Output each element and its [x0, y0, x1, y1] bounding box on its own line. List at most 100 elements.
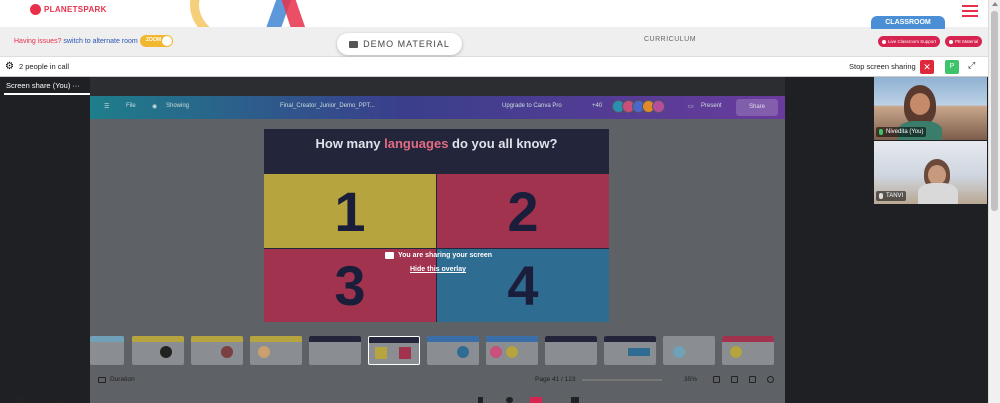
cutoff-icon: [571, 397, 579, 403]
canva-toolbar: ☰ File ◉ Showing Final_Creator_Junior_De…: [90, 96, 785, 119]
issue-question: Having issues?: [14, 38, 62, 45]
participant-p-button[interactable]: P: [945, 60, 959, 74]
zoom-slider: [582, 379, 662, 381]
call-stage: Screen share (You) ··· ☰ File ◉ Showing …: [0, 77, 988, 403]
share-tab-menu[interactable]: ···: [72, 81, 80, 90]
curriculum-link[interactable]: CURRICULUM: [644, 36, 696, 43]
avatar: [652, 100, 665, 113]
slide-title-pre: How many: [315, 136, 385, 151]
participant-face: [928, 165, 946, 185]
sharing-overlay-text: You are sharing your screen: [398, 252, 493, 259]
material-icon: [949, 39, 953, 44]
mic-off-icon: [879, 193, 883, 199]
left-panel: Screen share (You) ···: [0, 77, 90, 403]
cutoff-icon: [530, 397, 542, 403]
quadrant-1: 1: [264, 174, 436, 248]
canva-present-icon: ▭: [688, 104, 694, 110]
support-icon: [882, 39, 886, 44]
gear-icon[interactable]: ⚙: [5, 62, 14, 72]
alternate-room-link[interactable]: switch to alternate room: [63, 38, 137, 45]
scroll-up-icon[interactable]: [992, 2, 998, 6]
logo-mark-icon: [30, 4, 41, 15]
slide-thumbnail: [545, 336, 597, 365]
participant-name-tag: Nivedita (You): [876, 127, 927, 137]
canva-share: Share: [736, 99, 778, 116]
help-icon: [767, 376, 774, 383]
brand-logo[interactable]: PLANETSPARK: [30, 4, 107, 15]
live-support-button[interactable]: Live Classroom Support: [878, 36, 941, 47]
slide-thumbnail: [722, 336, 774, 365]
zoom-toggle[interactable]: ZOOM: [140, 35, 173, 47]
classroom-tag: CLASSROOM: [871, 16, 945, 29]
issue-notice: Having issues? switch to alternate room: [14, 38, 138, 45]
top-bar: PLANETSPARK: [0, 0, 1000, 50]
zoom-toggle-label: ZOOM: [146, 37, 161, 43]
share-tab-label: Screen share (You): [6, 81, 71, 90]
canva-file: File: [126, 103, 136, 109]
bottom-cutoff-toolbar: [0, 397, 988, 403]
demo-material-button[interactable]: DEMO MATERIAL: [337, 33, 462, 55]
cutoff-icon: [506, 397, 513, 403]
stop-sharing-button[interactable]: ✕: [920, 60, 934, 74]
logo-text: PLANETSPARK: [44, 5, 107, 14]
participant-tile[interactable]: TANVI: [874, 141, 987, 204]
toggle-knob: [162, 36, 172, 46]
slide-thumbnail: [191, 336, 243, 365]
participant-tile[interactable]: Nivedita (You): [874, 77, 987, 140]
zoom-level: 35%: [684, 376, 698, 383]
canva-bottom-bar: Duration Page 41 / 123 35%: [90, 373, 785, 387]
screen-share-tab[interactable]: Screen share (You) ···: [6, 81, 80, 90]
cutoff-icon: [58, 397, 61, 403]
shared-screen: ☰ File ◉ Showing Final_Creator_Junior_De…: [90, 96, 785, 403]
folder-icon: [349, 40, 359, 48]
canva-doc-title: Final_Creator_Junior_Demo_PPT...: [280, 103, 375, 109]
expand-icon[interactable]: ⤢: [968, 60, 975, 71]
hamburger-menu-icon[interactable]: [962, 5, 978, 17]
canva-eye-icon: ◉: [152, 104, 158, 110]
sharing-overlay-message: You are sharing your screen: [385, 252, 492, 259]
slide-thumbnail: [368, 336, 420, 365]
pe-material-label: PE Material: [955, 39, 979, 44]
screen-share-icon: [385, 252, 394, 259]
duration-icon: [98, 376, 106, 383]
page-scrollbar[interactable]: [988, 0, 1000, 403]
hide-overlay-link[interactable]: Hide this overlay: [410, 266, 466, 273]
quadrant-4: 4: [437, 249, 609, 322]
duration-label: Duration: [110, 376, 135, 383]
page-indicator: Page 41 / 123: [535, 376, 576, 383]
slide: How many languages do you all know? 1 2 …: [264, 129, 609, 322]
canva-mode: Showing: [166, 103, 190, 109]
slide-thumbnail: [309, 336, 361, 365]
slide-thumbnail: [132, 336, 184, 365]
canva-menu-icon: ☰: [104, 104, 110, 110]
slide-thumbnail: [486, 336, 538, 365]
grid-view-icon: [731, 376, 738, 383]
stop-sharing-label: Stop screen sharing: [849, 62, 916, 71]
participant-body: [918, 183, 958, 204]
canva-avatars: [612, 100, 665, 113]
slide-title-post: do you all know?: [448, 136, 558, 151]
quadrant-2: 2: [437, 174, 609, 248]
cutoff-icon: [478, 397, 483, 403]
notes-icon: [713, 376, 720, 383]
canva-present: Present: [701, 103, 722, 109]
participant-face: [910, 93, 930, 115]
slide-thumbnail: [427, 336, 479, 365]
mic-icon: [879, 129, 883, 135]
live-support-label: Live Classroom Support: [888, 39, 937, 44]
duration: Duration: [98, 376, 135, 383]
cutoff-icon: [16, 397, 22, 403]
people-count: 2 people in call: [19, 62, 70, 71]
fullscreen-icon: [749, 376, 756, 383]
canva-count: +40: [592, 103, 603, 109]
pe-material-button[interactable]: PE Material: [945, 36, 983, 47]
slide-thumbnail: [604, 336, 656, 365]
participant-name: Nivedita (You): [886, 129, 924, 135]
slide-thumbnails: [90, 336, 785, 366]
call-bar: ⚙ 2 people in call Stop screen sharing ✕…: [0, 57, 1000, 77]
slide-thumbnail: [250, 336, 302, 365]
scrollbar-thumb[interactable]: [991, 11, 998, 211]
slide-thumbnail: [663, 336, 715, 365]
room-toolbar: Having issues? switch to alternate room …: [0, 16, 1000, 57]
active-tab-underline: [4, 93, 90, 95]
